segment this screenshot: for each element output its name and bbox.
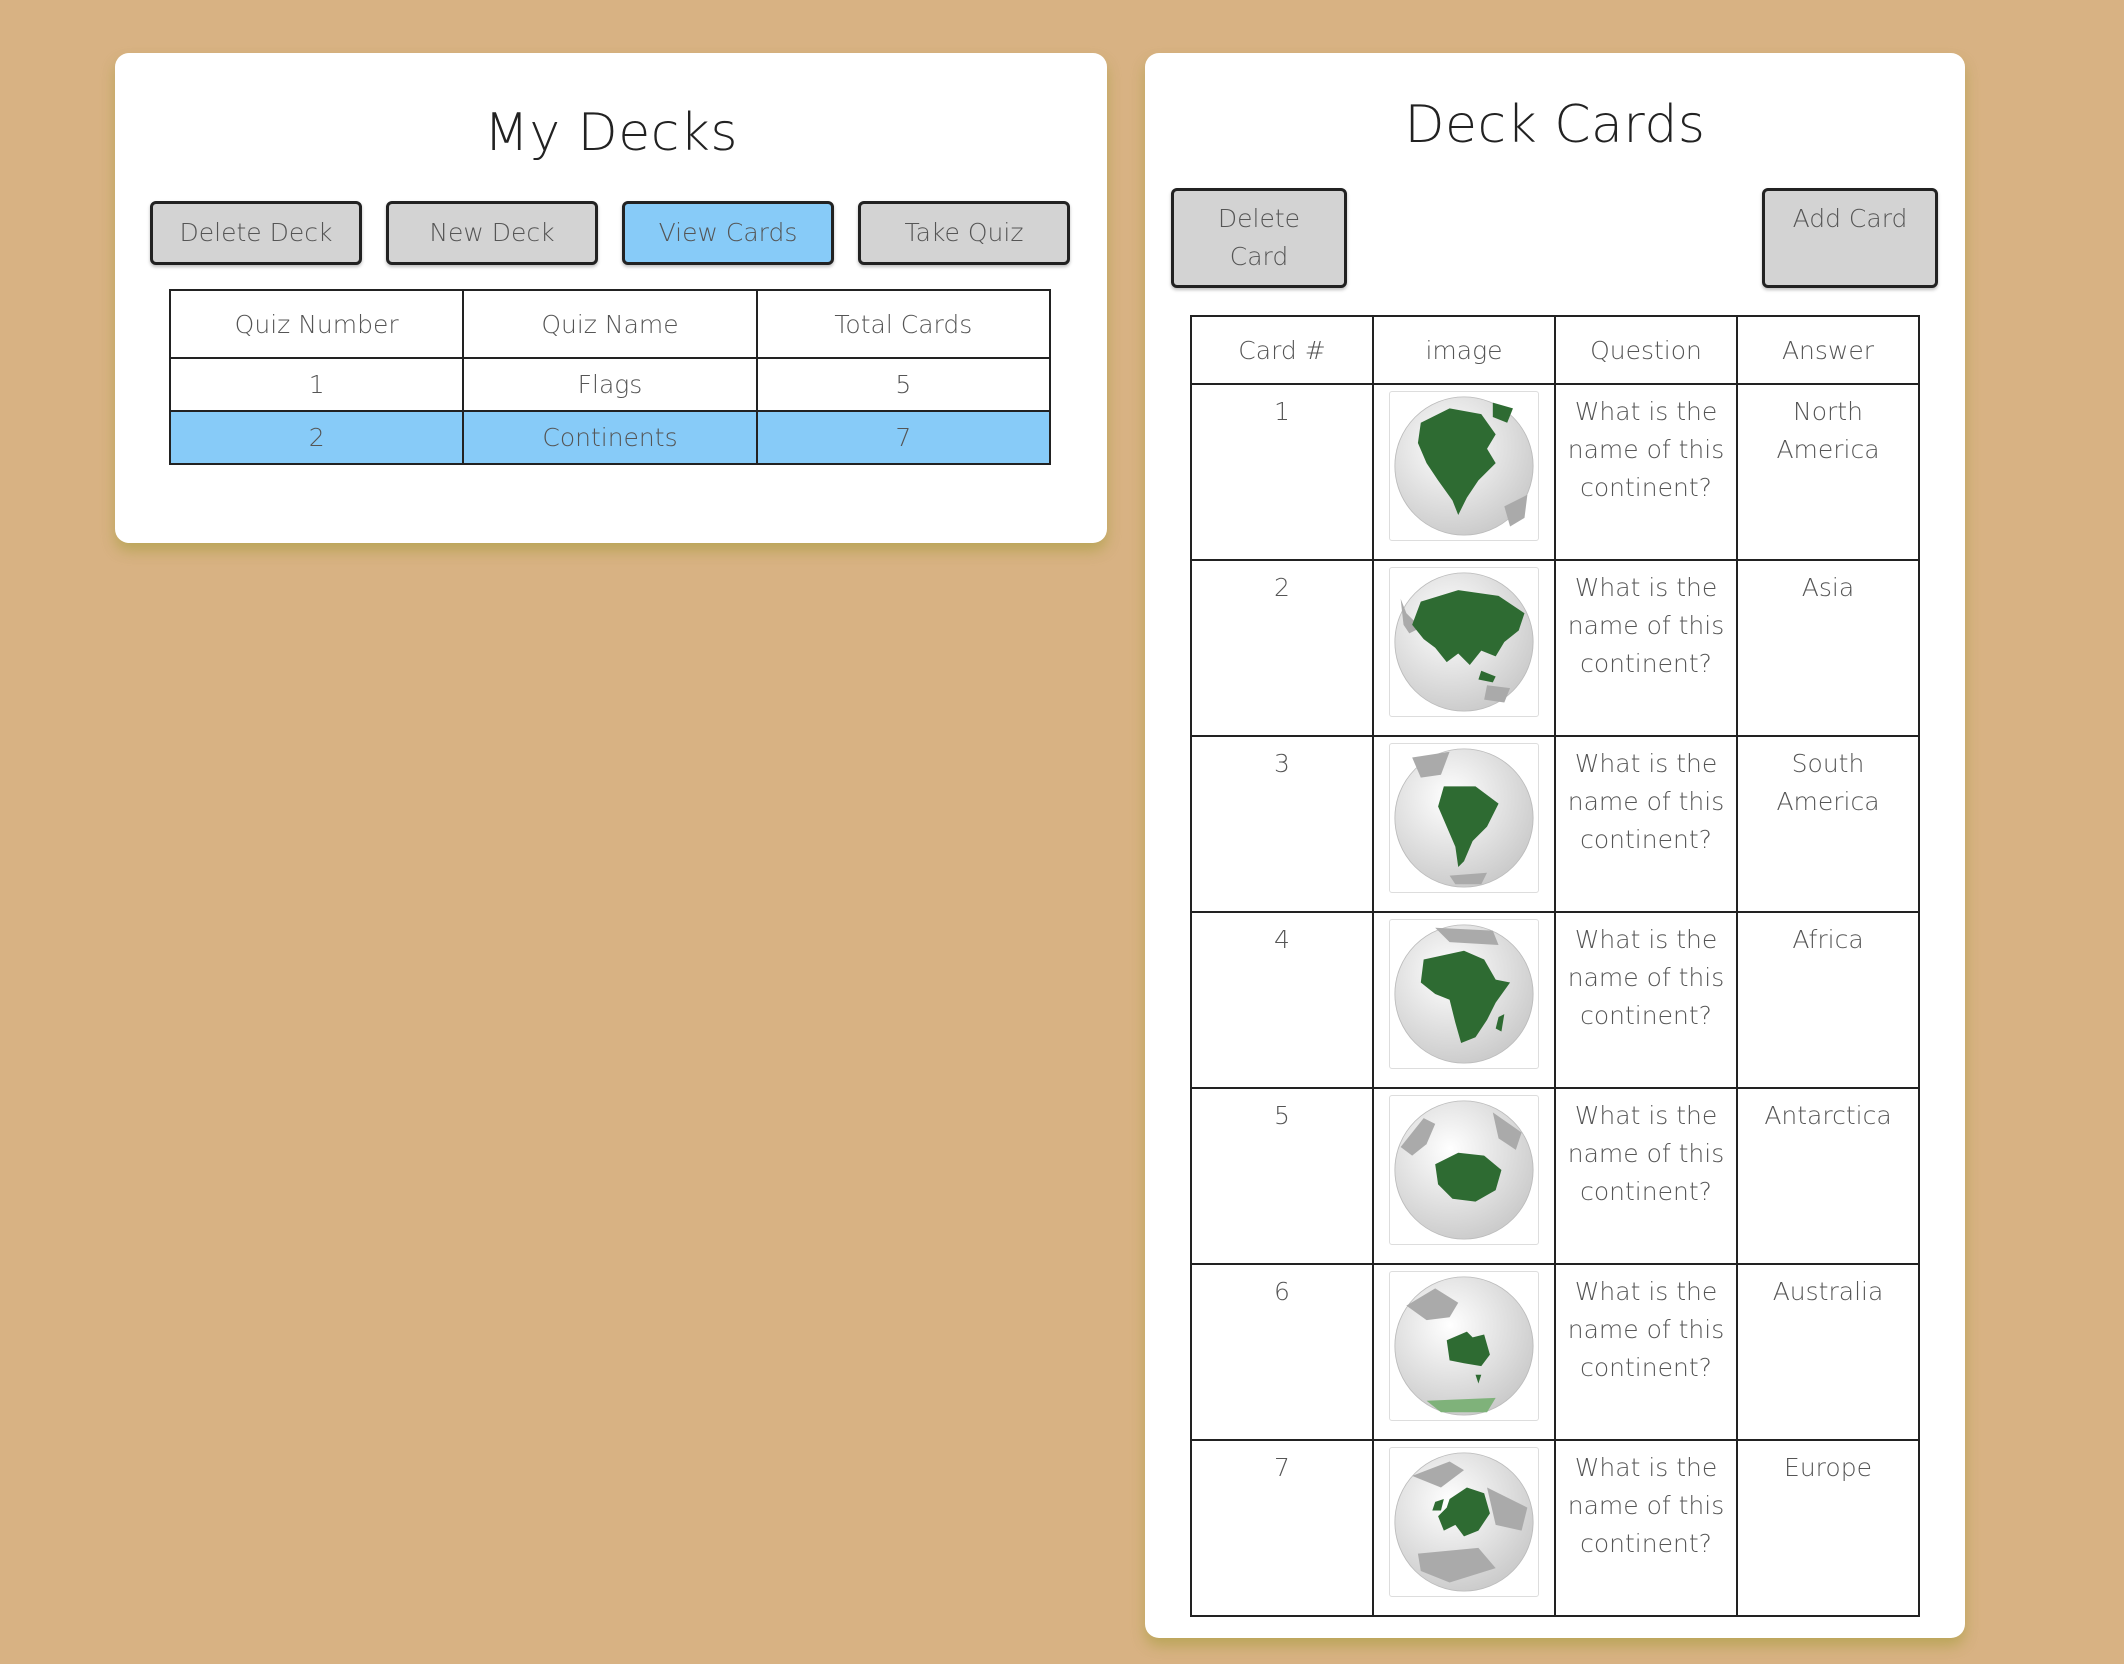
answer-cell: Asia xyxy=(1736,559,1920,737)
question-cell: What is the name of this continent? xyxy=(1554,1263,1738,1441)
answer-cell: Australia xyxy=(1736,1263,1920,1441)
answer-cell: North America xyxy=(1736,383,1920,561)
table-row[interactable]: 1 What is the name of this continent? No… xyxy=(1190,383,1920,561)
question-cell: What is the name of this continent? xyxy=(1554,735,1738,913)
globe-south-america-icon xyxy=(1389,743,1539,893)
question-cell: What is the name of this continent? xyxy=(1554,911,1738,1089)
header-question: Question xyxy=(1554,315,1738,385)
card-number-cell: 3 xyxy=(1190,735,1374,913)
card-number-cell: 4 xyxy=(1190,911,1374,1089)
question-cell: What is the name of this continent? xyxy=(1554,559,1738,737)
table-row[interactable]: 7 What is the name of this continent? Eu… xyxy=(1190,1439,1920,1617)
card-number-cell: 5 xyxy=(1190,1087,1374,1265)
card-image-cell xyxy=(1372,911,1556,1089)
delete-deck-button[interactable]: Delete Deck xyxy=(150,201,362,265)
table-header-row: Card # image Question Answer xyxy=(1190,315,1920,385)
table-row[interactable]: 5 What is the name of this continent? An… xyxy=(1190,1087,1920,1265)
header-quiz-number: Quiz Number xyxy=(168,289,465,359)
deck-cards-title: Deck Cards xyxy=(1404,95,1706,155)
quiz-number-cell: 2 xyxy=(168,410,465,465)
header-total-cards: Total Cards xyxy=(755,289,1052,359)
globe-asia-icon xyxy=(1389,567,1539,717)
table-header-row: Quiz Number Quiz Name Total Cards xyxy=(168,289,1052,359)
table-row-selected[interactable]: 2 Continents 7 xyxy=(168,410,1052,465)
answer-cell: Antarctica xyxy=(1736,1087,1920,1265)
my-decks-title: My Decks xyxy=(484,103,738,163)
question-cell: What is the name of this continent? xyxy=(1554,383,1738,561)
card-image-cell xyxy=(1372,559,1556,737)
table-row[interactable]: 1 Flags 5 xyxy=(168,357,1052,412)
table-row[interactable]: 3 What is the name of this continent? So… xyxy=(1190,735,1920,913)
card-image-cell xyxy=(1372,1087,1556,1265)
view-cards-button[interactable]: View Cards xyxy=(622,201,834,265)
globe-antarctica-icon xyxy=(1389,1095,1539,1245)
card-image-cell xyxy=(1372,1263,1556,1441)
question-cell: What is the name of this continent? xyxy=(1554,1087,1738,1265)
globe-australia-icon xyxy=(1389,1271,1539,1421)
header-answer: Answer xyxy=(1736,315,1920,385)
globe-north-america-icon xyxy=(1389,391,1539,541)
deck-cards-panel: Deck Cards Delete Card Add Card Card # i… xyxy=(1145,53,1965,1638)
quiz-name-cell: Flags xyxy=(462,357,758,412)
card-image-cell xyxy=(1372,1439,1556,1617)
card-number-cell: 2 xyxy=(1190,559,1374,737)
total-cards-cell: 5 xyxy=(755,357,1052,412)
card-number-cell: 6 xyxy=(1190,1263,1374,1441)
take-quiz-button[interactable]: Take Quiz xyxy=(858,201,1070,265)
table-row[interactable]: 4 What is the name of this continent? Af… xyxy=(1190,911,1920,1089)
header-quiz-name: Quiz Name xyxy=(462,289,758,359)
answer-cell: South America xyxy=(1736,735,1920,913)
answer-cell: Europe xyxy=(1736,1439,1920,1617)
table-row[interactable]: 6 What is the name of this continent? Au… xyxy=(1190,1263,1920,1441)
cards-table: Card # image Question Answer 1 What is t xyxy=(1190,315,1920,1617)
card-number-cell: 1 xyxy=(1190,383,1374,561)
card-image-cell xyxy=(1372,383,1556,561)
delete-card-button[interactable]: Delete Card xyxy=(1171,188,1347,288)
globe-africa-icon xyxy=(1389,919,1539,1069)
answer-cell: Africa xyxy=(1736,911,1920,1089)
add-card-button[interactable]: Add Card xyxy=(1762,188,1938,288)
question-cell: What is the name of this continent? xyxy=(1554,1439,1738,1617)
new-deck-button[interactable]: New Deck xyxy=(386,201,598,265)
card-image-cell xyxy=(1372,735,1556,913)
quiz-name-cell: Continents xyxy=(462,410,758,465)
quiz-number-cell: 1 xyxy=(168,357,465,412)
my-decks-panel: My Decks Delete Deck New Deck View Cards… xyxy=(115,53,1107,543)
table-row[interactable]: 2 What is the name of this continent? As… xyxy=(1190,559,1920,737)
header-card-number: Card # xyxy=(1190,315,1374,385)
card-number-cell: 7 xyxy=(1190,1439,1374,1617)
decks-table: Quiz Number Quiz Name Total Cards 1 Flag… xyxy=(168,289,1052,465)
globe-europe-icon xyxy=(1389,1447,1539,1597)
total-cards-cell: 7 xyxy=(755,410,1052,465)
header-image: image xyxy=(1372,315,1556,385)
